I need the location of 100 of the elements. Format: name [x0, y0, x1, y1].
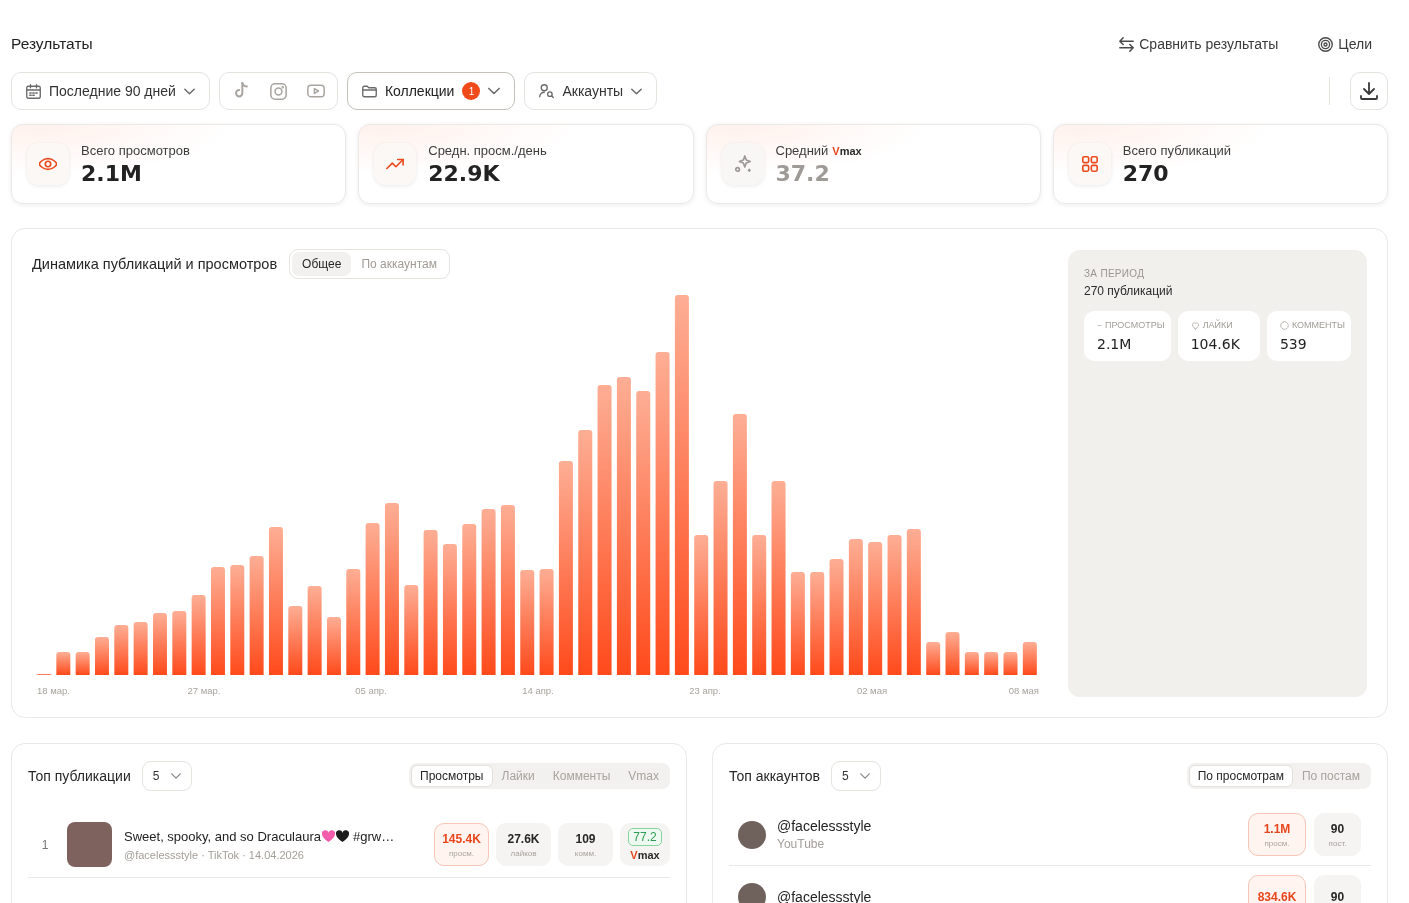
avatar	[738, 882, 766, 903]
summary-metric-label: ПРОСМОТРЫ	[1105, 320, 1165, 330]
download-button[interactable]	[1350, 72, 1388, 110]
bar	[964, 652, 979, 675]
limit-dropdown[interactable]: 5	[830, 761, 881, 791]
stat-label: Всего публикаций	[1122, 142, 1231, 158]
heart-icon	[322, 830, 336, 842]
bar	[95, 637, 109, 675]
eye-icon	[27, 143, 69, 185]
axis-label: 18 мар.	[37, 685, 70, 696]
axis-label: 02 мая	[856, 685, 888, 696]
bar	[133, 622, 148, 675]
account-platform: YouTube	[777, 837, 825, 851]
stat-value: 270	[1122, 160, 1170, 186]
segment-tab[interactable]: По просмотрам	[1188, 765, 1293, 787]
bar	[56, 652, 71, 675]
bar	[153, 613, 167, 675]
summary-caption: ЗА ПЕРИОД	[1084, 268, 1146, 279]
axis-label: 23 апр.	[689, 685, 721, 696]
heart-icon	[336, 830, 350, 842]
metric-value: 834.6K	[1257, 889, 1297, 903]
metric-label: просм.	[449, 848, 474, 858]
goals-button[interactable]: Цели	[1318, 36, 1372, 52]
bar	[75, 652, 90, 675]
summary-metric-label: ЛАЙКИ	[1202, 320, 1233, 330]
stat-value: 2.1M	[81, 160, 143, 186]
bar	[288, 606, 303, 675]
bar	[326, 617, 341, 675]
metric-value: 27.6K	[507, 831, 540, 846]
download-icon	[1360, 82, 1378, 100]
chevron-down-icon	[488, 85, 501, 97]
metric-label: пост.	[1328, 838, 1347, 848]
chevron-down-icon	[859, 771, 870, 781]
bar	[984, 652, 999, 675]
summary-total: 270 публикаций	[1084, 284, 1174, 298]
bar	[172, 611, 187, 675]
grid-icon	[1068, 143, 1111, 185]
camera-icon[interactable]	[269, 82, 287, 100]
page-title: Результаты	[11, 35, 93, 53]
user-search-icon	[539, 83, 555, 99]
rank-number: 1	[40, 837, 50, 852]
sparkle-icon	[721, 143, 764, 185]
bar	[926, 642, 941, 675]
count-badge: 1	[462, 82, 481, 100]
score-badge: 77.2	[628, 828, 662, 846]
stat-value: 37.2	[775, 160, 831, 186]
bar	[114, 625, 129, 675]
stat-label: Всего просмотров	[81, 142, 190, 158]
chevron-down-icon	[631, 85, 643, 97]
play-icon[interactable]	[306, 82, 325, 100]
target-icon	[1318, 36, 1334, 52]
metric-label: лайков	[510, 848, 537, 858]
metric-value: 90	[1330, 889, 1345, 903]
calendar-icon	[26, 83, 41, 99]
axis-label: 08 мая	[1008, 685, 1039, 696]
photo-placeholder	[67, 822, 112, 867]
summary-metric-value: 104.6K	[1190, 336, 1241, 352]
bar	[1022, 642, 1037, 675]
panel-title: Топ публикации	[28, 768, 131, 784]
metric-label: просм.	[1264, 838, 1290, 848]
chart-title: Динамика публикаций и просмотров	[32, 256, 278, 272]
segment-tab[interactable]: Общее	[292, 252, 352, 276]
bar	[1003, 652, 1018, 675]
trend-up-icon	[374, 143, 417, 185]
metric-value: 90	[1330, 821, 1345, 836]
period-dropdown[interactable]: Последние 90 дней	[11, 72, 210, 110]
chevron-down-icon	[170, 771, 181, 781]
post-title[interactable]: Sweet, spooky, and so Draculaura	[124, 828, 322, 844]
stat-label: Средний	[775, 142, 829, 158]
collections-dropdown[interactable]: Коллекции 1	[346, 72, 516, 110]
metric-value: 145.4K	[442, 831, 481, 846]
avatar	[738, 820, 766, 849]
hashtag-text: #grw…	[353, 828, 395, 844]
summary-metric-label: КОММЕНТЫ	[1291, 320, 1345, 330]
metric-label: комм.	[574, 848, 597, 858]
axis-label: 14 апр.	[522, 685, 554, 696]
metric-value: 109	[575, 831, 596, 846]
vmax-logo: Vmax	[832, 144, 862, 157]
comment-ring-icon	[1279, 320, 1289, 330]
metric-value: 1.1M	[1263, 821, 1291, 836]
axis-label: 05 апр.	[355, 685, 387, 696]
chevron-down-icon	[183, 85, 195, 97]
account-name[interactable]: @facelessstyle	[777, 818, 872, 834]
summary-metric-value: 2.1M	[1097, 336, 1133, 352]
post-meta: @facelessstyle · TikTok · 14.04.2026	[124, 848, 305, 861]
limit-dropdown[interactable]: 5	[141, 761, 192, 791]
stat-label: Средн. просм./день	[428, 142, 547, 158]
heart-outline-icon	[1190, 320, 1200, 330]
accounts-dropdown[interactable]: Аккаунты	[524, 72, 658, 110]
bar	[945, 632, 960, 675]
vmax-logo: Vmax	[630, 849, 660, 861]
swap-arrows-icon	[1119, 36, 1135, 52]
axis-label: 27 мар.	[187, 685, 221, 696]
dash-icon	[1097, 322, 1102, 328]
summary-metric-value: 539	[1279, 336, 1308, 352]
stat-value: 22.9K	[428, 160, 501, 186]
segment-tab[interactable]: Просмотры	[411, 765, 493, 787]
panel-title: Топ аккаунтов	[729, 768, 820, 784]
compare-button[interactable]: Сравнить результаты	[1119, 36, 1279, 52]
folder-icon	[361, 83, 377, 99]
